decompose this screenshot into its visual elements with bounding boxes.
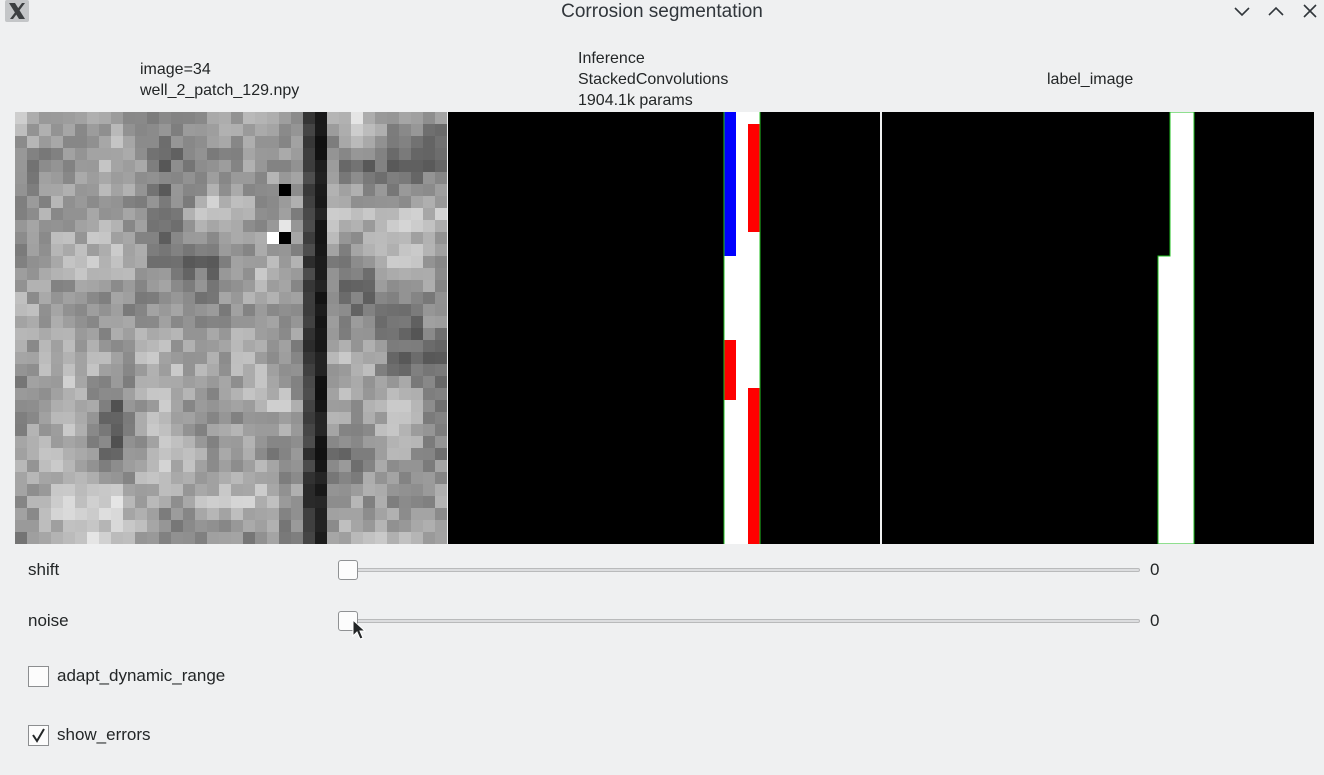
inference-image-panel (448, 112, 880, 544)
adapt-dynamic-range-checkbox[interactable] (28, 666, 49, 687)
input-image (15, 112, 447, 544)
shift-value: 0 (1150, 560, 1160, 579)
param-count-label: 1904.1k params (578, 92, 693, 109)
mouse-pointer-icon (352, 619, 366, 640)
false-positive-region-middle (724, 340, 736, 400)
shift-slider-handle[interactable] (338, 560, 358, 580)
window-title: Corrosion segmentation (561, 1, 763, 22)
noise-slider[interactable] (338, 611, 1140, 631)
checkmark-icon (32, 728, 45, 743)
image-index-label: image=34 (140, 61, 211, 78)
show-errors-checkbox[interactable] (28, 725, 49, 746)
inference-panel-header: Inference StackedConvolutions 1904.1k pa… (578, 48, 728, 111)
label-image (1157, 112, 1195, 544)
shift-label: shift (28, 560, 60, 579)
label-image-title: label_image (1047, 71, 1134, 88)
show-errors-label[interactable]: show_errors (57, 725, 151, 745)
shift-slider-track[interactable] (338, 568, 1140, 572)
false-positive-region-bottom (748, 388, 760, 544)
false-negative-region (724, 112, 736, 256)
input-image-panel (15, 112, 447, 544)
image-panel-header: image=34 well_2_patch_129.npy (140, 59, 299, 101)
adapt-dynamic-range-label[interactable]: adapt_dynamic_range (57, 666, 225, 686)
inference-title-label: Inference (578, 50, 645, 67)
label-image-panel (882, 112, 1314, 544)
noise-label: noise (28, 611, 69, 630)
model-name-label: StackedConvolutions (578, 71, 729, 88)
image-filename-label: well_2_patch_129.npy (140, 82, 300, 99)
maximize-icon (1268, 6, 1284, 16)
minimize-button[interactable] (1230, 0, 1254, 24)
close-button[interactable] (1298, 0, 1322, 24)
title-bar: Corrosion segmentation (0, 0, 1324, 24)
false-positive-region-top (748, 124, 760, 232)
shift-slider[interactable] (338, 560, 1140, 580)
noise-value: 0 (1150, 611, 1160, 630)
minimize-icon (1234, 7, 1250, 17)
noise-slider-track[interactable] (338, 619, 1140, 623)
inference-image (723, 112, 761, 544)
close-icon (1303, 4, 1317, 18)
label-corrosion-region (1157, 112, 1195, 544)
label-panel-header: label_image (1047, 69, 1133, 90)
maximize-button[interactable] (1264, 0, 1288, 24)
